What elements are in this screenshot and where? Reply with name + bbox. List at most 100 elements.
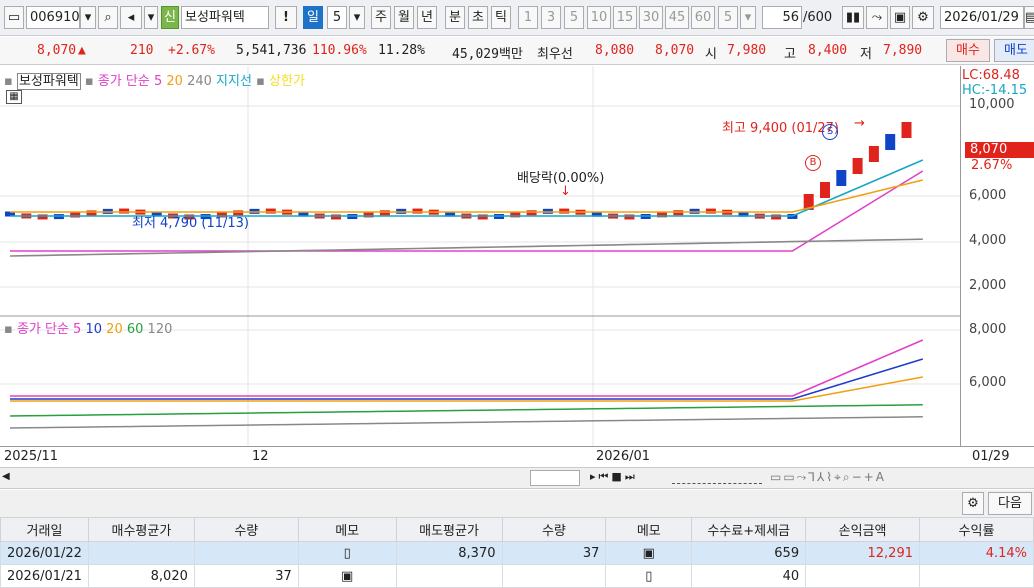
playback-controls[interactable]: ▸⏮■⏭ — [590, 470, 638, 484]
period-tick-tab[interactable]: 틱 — [491, 6, 511, 29]
cell-date: 2026/01/22 — [0, 541, 89, 565]
stock-name-field[interactable]: 보성파워텍 — [181, 6, 269, 29]
interval-30[interactable]: 30 — [639, 6, 663, 29]
interval-60[interactable]: 60 — [691, 6, 715, 29]
period-count[interactable]: 5 — [327, 6, 347, 29]
memo-edit-icon[interactable]: ▣ — [297, 564, 397, 588]
candle — [836, 170, 847, 186]
next-button[interactable]: 다음 — [988, 492, 1032, 515]
legend-ma5[interactable]: 종가 단순 5 — [98, 74, 162, 89]
panel-settings-icon[interactable]: ⚙ — [962, 492, 984, 515]
speaker-icon[interactable]: ◂ — [120, 6, 142, 29]
col-sell-avg[interactable]: 매도평균가 — [395, 517, 503, 542]
col-buy-qty[interactable]: 수량 — [193, 517, 299, 542]
high-label: 고 — [784, 47, 796, 62]
calendar-icon[interactable]: ▤ — [1024, 6, 1034, 29]
candle — [559, 208, 570, 214]
cell-date: 2026/01/21 — [0, 564, 89, 588]
candle — [526, 210, 537, 216]
scroll-thumb[interactable] — [530, 470, 580, 486]
data-count-input[interactable]: 56 — [762, 6, 802, 29]
legend-ma-5[interactable]: 종가 단순 5 — [17, 322, 81, 337]
x-label-last: 01/29 — [972, 449, 1010, 464]
legend-ma-10[interactable]: 10 — [85, 322, 102, 337]
zoom-slider[interactable] — [672, 470, 762, 484]
col-fees[interactable]: 수수료+제세금 — [691, 517, 807, 542]
sell-signal-badge[interactable]: S — [822, 124, 838, 140]
memo-icon[interactable]: ▯ — [297, 541, 397, 565]
down-arrow-icon: ↓ — [560, 184, 571, 199]
chart-area[interactable]: ▪ 보성파워텍 ▪ 종가 단순 5 20 240 지지선 ▪ 상한가 ▦ 최고 … — [0, 66, 960, 446]
code-dropdown-icon[interactable]: ▾ — [80, 6, 96, 29]
col-sell-memo[interactable]: 메모 — [605, 517, 693, 542]
cell-pnl: 12,291 — [805, 541, 920, 565]
table-row[interactable]: 2026/01/21 8,020 37 ▣ ▯ 40 — [0, 564, 1034, 588]
interval-select[interactable]: 5 — [718, 6, 738, 29]
candles — [5, 122, 912, 220]
legend-support[interactable]: 지지선 — [216, 74, 252, 89]
period-month-tab[interactable]: 월 — [394, 6, 414, 29]
x-axis: 2025/11 12 2026/01 01/29 — [0, 446, 1034, 467]
legend-ma-20[interactable]: 20 — [106, 322, 123, 337]
col-buy-avg[interactable]: 매수평균가 — [87, 517, 195, 542]
alert-button[interactable]: ! — [275, 6, 297, 29]
cell-fees: 659 — [691, 541, 807, 565]
search-icon[interactable]: ⌕ — [98, 6, 118, 29]
y-axis: LC:68.48 HC:-14.15 10,000 8,070 2.67% 6,… — [960, 66, 1034, 446]
col-pnl[interactable]: 손익금액 — [805, 517, 920, 542]
interval-1[interactable]: 1 — [518, 6, 538, 29]
buy-button[interactable]: 매수 — [946, 39, 990, 62]
interval-3[interactable]: 3 — [541, 6, 561, 29]
candle — [265, 208, 276, 214]
legend-limit[interactable]: 상한가 — [269, 74, 305, 89]
screen-icon[interactable]: ▭ — [4, 6, 24, 29]
interval-5[interactable]: 5 — [564, 6, 584, 29]
memo-edit-icon[interactable]: ▣ — [605, 541, 693, 565]
period-count-dropdown-icon[interactable]: ▾ — [349, 6, 365, 29]
interval-10[interactable]: 10 — [587, 6, 611, 29]
period-day-tab[interactable]: 일 — [303, 6, 323, 29]
hc-value: HC:-14.15 — [962, 83, 1028, 98]
chart-type-icon[interactable]: ▮▮ — [842, 6, 864, 29]
cell-buy-avg — [87, 541, 195, 565]
sell-button[interactable]: 매도 — [994, 39, 1034, 62]
candle — [86, 210, 97, 216]
interval-dropdown-icon[interactable]: ▾ — [740, 6, 756, 29]
ma-lines — [9, 159, 924, 429]
legend-ma20[interactable]: 20 — [166, 74, 183, 89]
open-price: 7,980 — [727, 43, 767, 58]
period-second-tab[interactable]: 초 — [468, 6, 488, 29]
period-minute-tab[interactable]: 분 — [445, 6, 465, 29]
memo-icon[interactable]: ▯ — [605, 564, 693, 588]
grid-table-icon[interactable]: ▦ — [6, 90, 22, 104]
buy-signal-badge[interactable]: B — [805, 155, 821, 171]
cell-pnl — [805, 564, 920, 588]
high-price: 8,400 — [808, 43, 848, 58]
speaker-dropdown-icon[interactable]: ▾ — [144, 6, 158, 29]
legend-ma-60[interactable]: 60 — [127, 322, 144, 337]
col-buy-memo[interactable]: 메모 — [297, 517, 397, 542]
legend-ma240[interactable]: 240 — [187, 74, 212, 89]
settings-gear-icon[interactable]: ⚙ — [912, 6, 934, 29]
legend-stock-name[interactable]: 보성파워텍 — [16, 73, 81, 90]
period-year-tab[interactable]: 년 — [417, 6, 437, 29]
cell-sell-avg — [395, 564, 503, 588]
col-date[interactable]: 거래일 — [0, 517, 89, 542]
period-week-tab[interactable]: 주 — [371, 6, 391, 29]
chart-scrollbar[interactable]: ◀ ▸⏮■⏭ ▭▭⤳⅂⅄⌇⌖⌕−+A — [0, 467, 1034, 489]
change-percent: +2.67% — [168, 43, 215, 58]
col-sell-qty[interactable]: 수량 — [501, 517, 607, 542]
x-label: 2025/11 — [4, 449, 59, 464]
interval-15[interactable]: 15 — [613, 6, 637, 29]
drawing-tools-icon[interactable]: ▭▭⤳⅂⅄⌇⌖⌕−+A — [770, 470, 886, 485]
table-row[interactable]: 2026/01/22 ▯ 8,370 37 ▣ 659 12,291 4.14% — [0, 541, 1034, 565]
interval-45[interactable]: 45 — [665, 6, 689, 29]
scroll-left-icon[interactable]: ◀ — [2, 471, 16, 485]
date-input[interactable]: 2026/01/29 — [940, 6, 1024, 29]
up-arrow-icon: ▲ — [78, 43, 86, 58]
col-return[interactable]: 수익률 — [919, 517, 1034, 542]
stock-code-input[interactable]: 006910 — [26, 6, 80, 29]
legend-ma-120[interactable]: 120 — [148, 322, 173, 337]
save-icon[interactable]: ▣ — [890, 6, 910, 29]
trend-icon[interactable]: ⤳ — [866, 6, 888, 29]
